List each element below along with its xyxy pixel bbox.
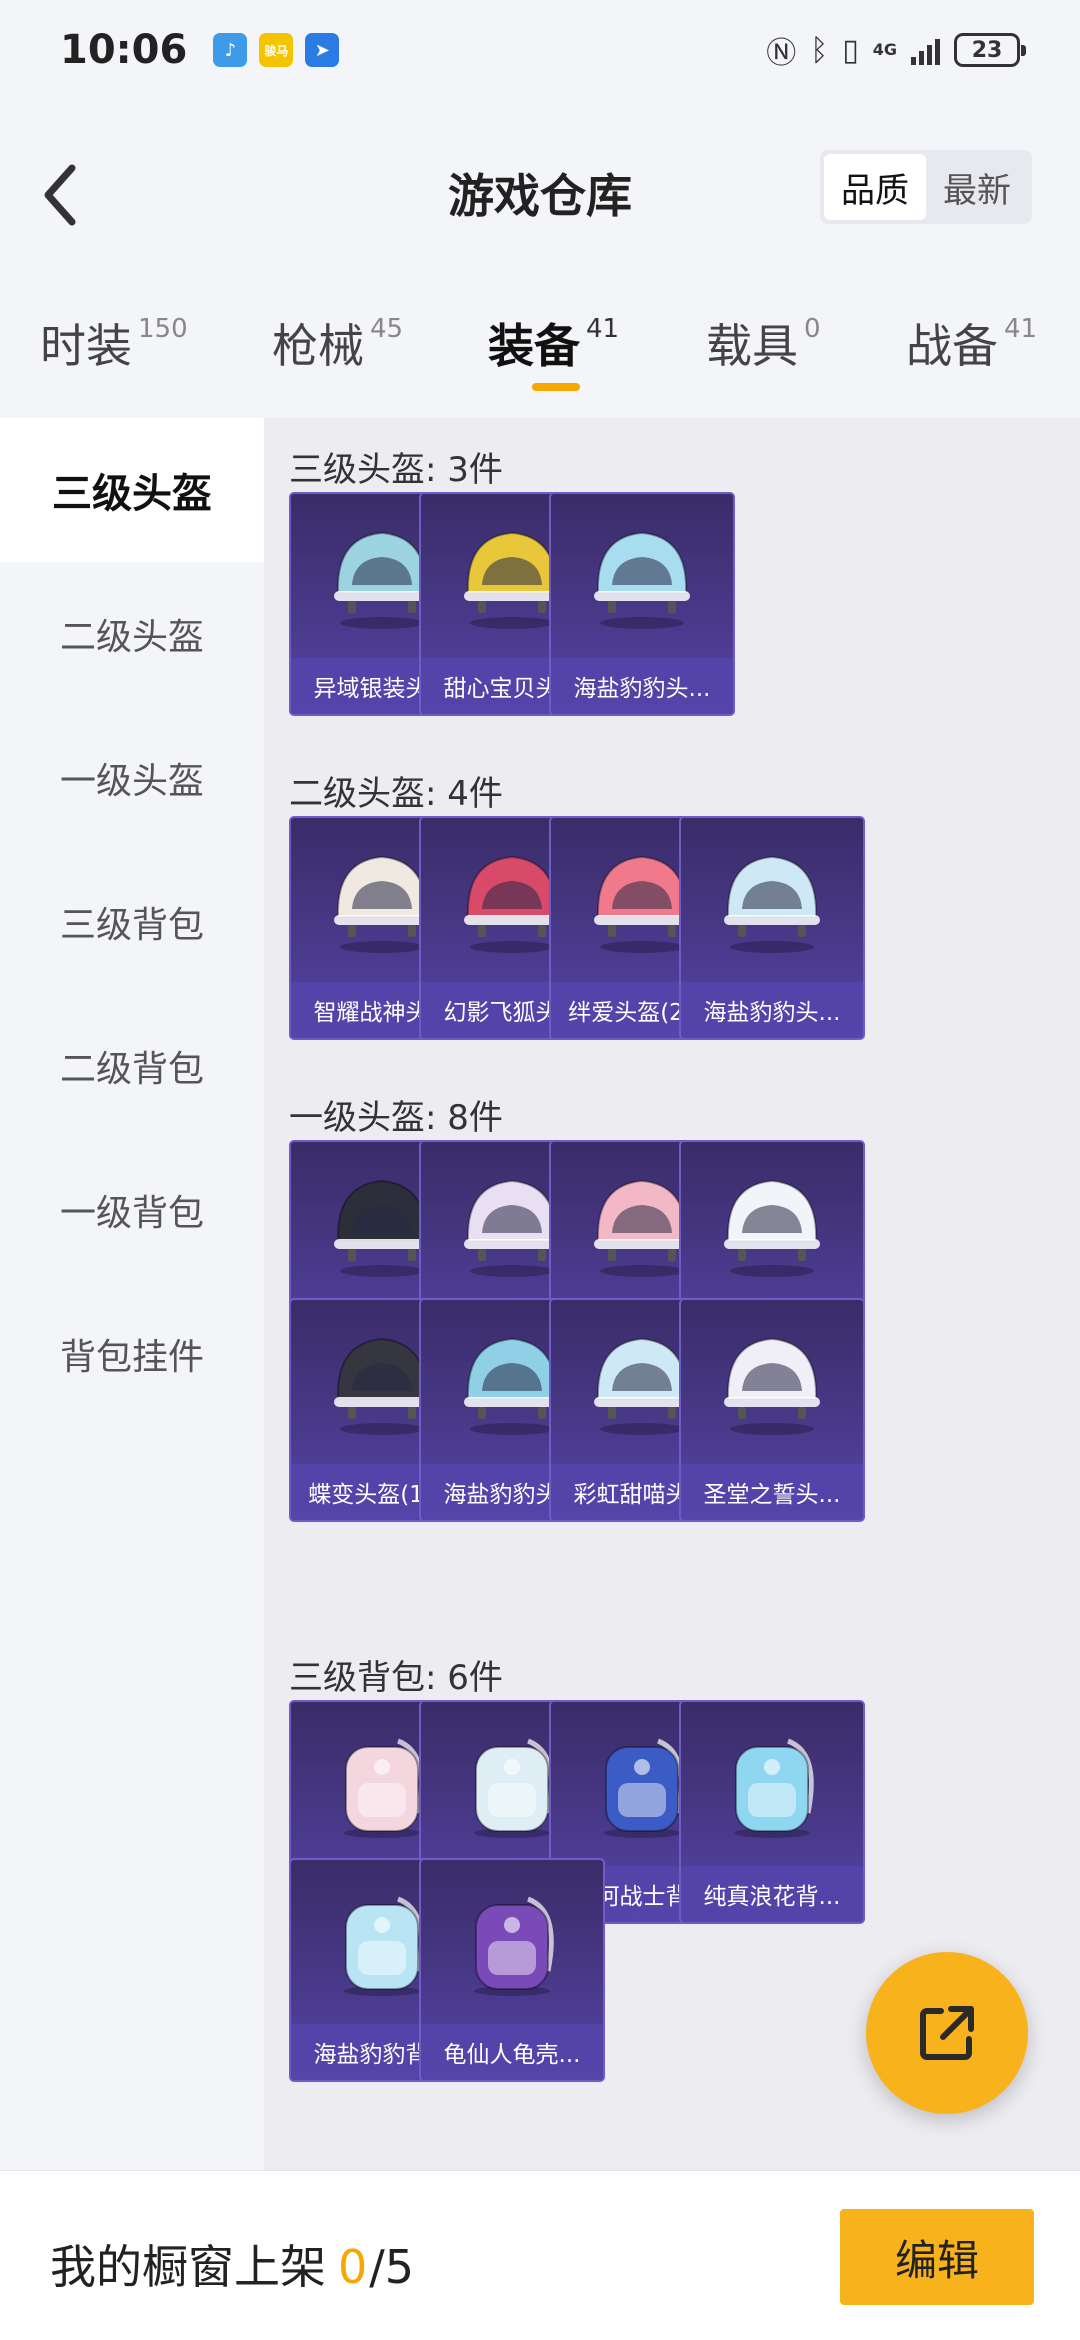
- edit-button[interactable]: 编辑: [840, 2209, 1034, 2305]
- bottom-bar: 我的橱窗上架 0 / 5 编辑: [0, 2170, 1080, 2340]
- sidebar-item-backpack-charm[interactable]: 背包挂件: [0, 1282, 264, 1426]
- section-title: 一级头盔: 8件: [289, 1098, 503, 1138]
- tab-vehicles[interactable]: 载具 0: [706, 310, 821, 376]
- tab-fashion[interactable]: 时装 150: [40, 310, 188, 376]
- helmet-icon: [551, 494, 733, 654]
- backpack-icon: [681, 1702, 863, 1862]
- subcategory-sidebar: 三级头盔 二级头盔 一级头盔 三级背包 二级背包 一级背包 背包挂件: [0, 418, 264, 2170]
- tab-label: 枪械: [272, 319, 364, 373]
- status-time: 10:06: [60, 27, 188, 73]
- network-type-label: 4G: [872, 40, 897, 59]
- showcase-shelf-status: 我的橱窗上架 0 / 5: [50, 2231, 414, 2297]
- showcase-total-count: 5: [384, 2240, 415, 2294]
- showcase-separator: /: [369, 2240, 385, 2294]
- showcase-label: 我的橱窗上架: [50, 2240, 326, 2294]
- helmet-icon: [681, 818, 863, 978]
- item-card[interactable]: 海盐豹豹头...: [679, 816, 865, 1040]
- sort-toggle: 品质 最新: [820, 150, 1032, 224]
- item-name: 圣堂之誓头...: [681, 1464, 863, 1520]
- tab-count: 45: [370, 314, 404, 344]
- tab-count: 41: [1004, 314, 1038, 344]
- sidebar-item-level2-helmet[interactable]: 二级头盔: [0, 562, 264, 706]
- sidebar-item-level2-backpack[interactable]: 二级背包: [0, 994, 264, 1138]
- section-title: 三级背包: 6件: [289, 1658, 503, 1698]
- game-app-icon: 骏马: [259, 33, 294, 67]
- tab-label: 战备: [906, 319, 998, 373]
- bluetooth-icon: ᛒ: [810, 32, 829, 68]
- tab-label: 装备: [488, 319, 580, 373]
- share-icon: [920, 2006, 974, 2060]
- tab-label: 载具: [706, 319, 798, 373]
- item-name: 龟仙人龟壳...: [421, 2024, 603, 2080]
- sidebar-item-level1-helmet[interactable]: 一级头盔: [0, 706, 264, 850]
- showcase-current-count: 0: [338, 2240, 368, 2294]
- tab-supplies[interactable]: 战备 41: [906, 310, 1037, 376]
- music-app-icon: ♪: [213, 33, 248, 67]
- sort-by-newest-button[interactable]: 最新: [926, 154, 1028, 220]
- section-title: 二级头盔: 4件: [289, 774, 503, 814]
- category-tabs: 时装 150 枪械 45 装备 41 载具 0 战备 41: [0, 290, 1080, 410]
- item-name: 海盐豹豹头...: [551, 658, 733, 714]
- sidebar-item-level3-backpack[interactable]: 三级背包: [0, 850, 264, 994]
- header: 游戏仓库 品质 最新: [0, 110, 1080, 270]
- tab-count: 41: [586, 314, 620, 344]
- backpack-icon: [421, 1860, 603, 2020]
- signal-icon: [911, 35, 940, 65]
- battery-level: 23: [971, 37, 1003, 63]
- tab-equipment[interactable]: 装备 41: [488, 310, 619, 376]
- helmet-icon: [681, 1300, 863, 1460]
- status-left: 10:06 ♪ 骏马 ➤: [60, 27, 340, 73]
- arrow-app-icon: ➤: [305, 33, 340, 67]
- section-title: 三级头盔: 3件: [289, 450, 503, 490]
- nfc-icon: Ⓝ: [766, 36, 797, 71]
- item-card[interactable]: 纯真浪花背...: [679, 1700, 865, 1924]
- item-card[interactable]: 圣堂之誓头...: [679, 1298, 865, 1522]
- sidebar-item-level1-backpack[interactable]: 一级背包: [0, 1138, 264, 1282]
- tab-count: 150: [138, 314, 188, 344]
- tab-firearms[interactable]: 枪械 45: [272, 310, 403, 376]
- item-name: 海盐豹豹头...: [681, 982, 863, 1038]
- status-right: Ⓝ ᛒ ▯ 4G 23: [766, 28, 1026, 72]
- status-bar: 10:06 ♪ 骏马 ➤ Ⓝ ᛒ ▯ 4G 23: [0, 0, 1080, 100]
- tab-count: 0: [804, 314, 821, 344]
- share-button[interactable]: [866, 1952, 1028, 2114]
- helmet-icon: [681, 1142, 863, 1302]
- active-tab-indicator: [532, 383, 580, 391]
- item-name: 纯真浪花背...: [681, 1866, 863, 1922]
- item-card[interactable]: 海盐豹豹头...: [549, 492, 735, 716]
- battery-icon: 23: [954, 33, 1026, 67]
- tab-label: 时装: [40, 319, 132, 373]
- sidebar-item-level3-helmet[interactable]: 三级头盔: [0, 418, 264, 562]
- item-card[interactable]: 龟仙人龟壳...: [419, 1858, 605, 2082]
- vibrate-icon: ▯: [842, 32, 859, 68]
- item-grid: 三级头盔: 3件 二级头盔: 4件 一级头盔: 8件 三级背包: 6件 异域银装…: [264, 418, 1080, 2170]
- sort-by-quality-button[interactable]: 品质: [824, 154, 926, 220]
